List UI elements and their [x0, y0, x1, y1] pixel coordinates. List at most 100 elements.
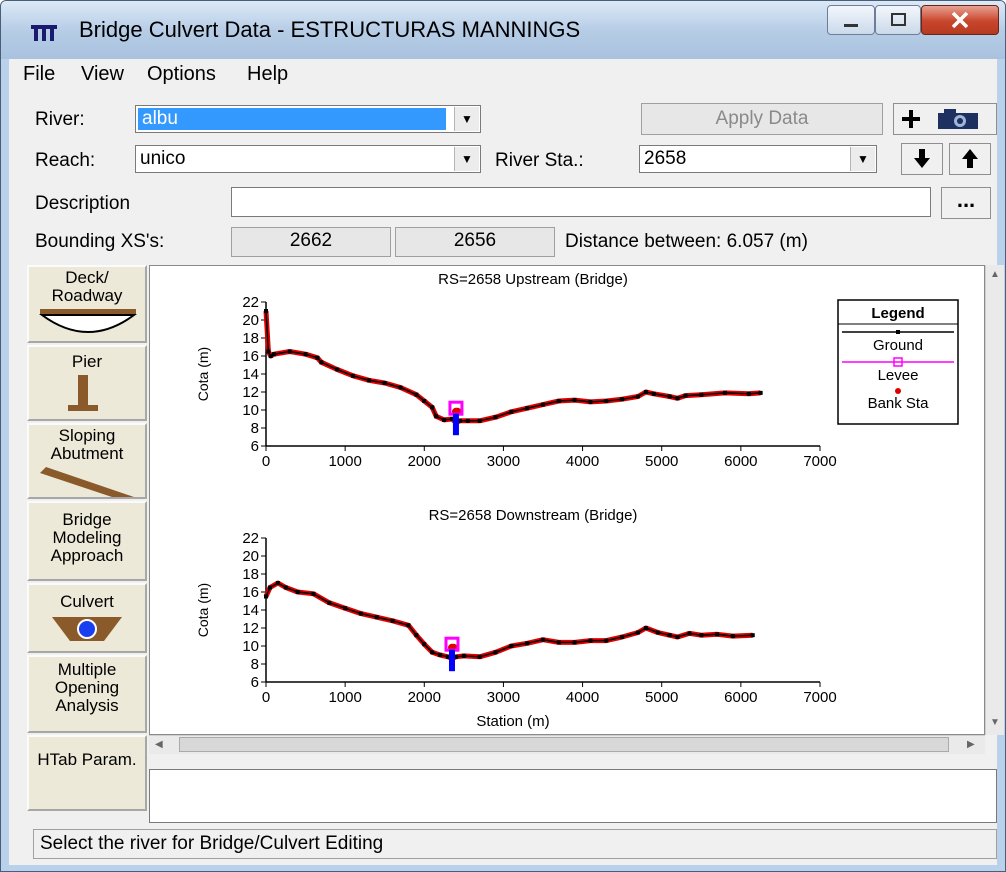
river-sta-select[interactable]: 2658 ▼ [639, 145, 877, 173]
y-axis-label: Cota (m) [195, 583, 211, 637]
ground-point [604, 638, 609, 643]
ground-point [635, 630, 640, 635]
ground-point [295, 590, 300, 594]
menu-file[interactable]: File [23, 63, 55, 86]
minimize-button[interactable] [827, 5, 875, 35]
ground-point [750, 633, 755, 638]
bounding-downstream-button[interactable]: 2656 [395, 227, 555, 257]
menu-options[interactable]: Options [147, 63, 216, 86]
y-tick-label: 18 [242, 330, 259, 347]
y-tick-label: 14 [242, 366, 259, 383]
deck-roadway-icon [38, 309, 138, 333]
ground-point [509, 409, 514, 414]
ground-point [335, 367, 340, 372]
x-tick-label: 1000 [328, 689, 361, 706]
ground-point [343, 606, 348, 611]
bridge-culvert-app-icon [31, 25, 57, 41]
horizontal-scrollbar[interactable]: ◀ ▶ [149, 735, 985, 754]
ground-point [267, 585, 272, 590]
legend-bank-sta-label: Bank Sta [868, 395, 930, 412]
y-tick-label: 6 [251, 674, 259, 691]
ground-point [477, 654, 482, 659]
ground-point [264, 594, 268, 599]
culvert-button[interactable]: Culvert [27, 583, 147, 653]
culvert-icon [52, 617, 122, 641]
reach-value: unico [140, 148, 186, 169]
reach-select[interactable]: unico ▼ [135, 145, 481, 173]
ground-point [422, 399, 427, 403]
next-down-button[interactable] [901, 143, 943, 175]
x-tick-label: 7000 [803, 453, 836, 470]
multiple-opening-label: Multiple Opening Analysis [54, 660, 120, 715]
y-tick-label: 8 [251, 656, 259, 673]
ground-point [315, 355, 320, 360]
y-tick-label: 16 [242, 584, 259, 601]
menu-help[interactable]: Help [247, 63, 288, 86]
bridge-modeling-approach-button[interactable]: Bridge Modeling Approach [27, 501, 147, 581]
menu-view[interactable]: View [81, 63, 124, 86]
sloping-abutment-button[interactable]: Sloping Abutment [27, 423, 147, 499]
multiple-opening-analysis-button[interactable]: Multiple Opening Analysis [27, 655, 147, 733]
arrow-down-icon [914, 149, 930, 168]
legend-ground-marker [896, 330, 900, 334]
ground-point [390, 618, 395, 623]
htab-param-button[interactable]: HTab Param. [27, 735, 147, 811]
pier-button[interactable]: Pier [27, 345, 147, 421]
ground-point [667, 394, 672, 399]
bridge-modeling-approach-label: Bridge Modeling Approach [50, 510, 124, 565]
close-icon [951, 11, 969, 29]
scroll-left-icon[interactable]: ◀ [155, 739, 163, 750]
ground-line [265, 310, 761, 424]
ground-point [287, 349, 292, 354]
ground-point [438, 653, 443, 657]
title-bar[interactable]: Bridge Culvert Data - ESTRUCTURAS MANNIN… [1, 1, 1005, 59]
apply-data-button[interactable]: Apply Data [641, 103, 883, 135]
htab-param-label: HTab Param. [37, 750, 137, 769]
scroll-right-icon[interactable]: ▶ [967, 739, 975, 750]
y-tick-label: 20 [242, 312, 259, 329]
deck-roadway-button[interactable]: Deck/ Roadway [27, 265, 147, 343]
next-up-button[interactable] [949, 143, 991, 175]
description-label: Description [35, 193, 131, 214]
ground-point [351, 373, 356, 378]
sloping-abutment-icon [40, 467, 134, 497]
river-sta-label: River Sta.: [495, 150, 584, 171]
distance-between: Distance between: 6.057 (m) [565, 231, 808, 252]
ground-profile-outline [263, 310, 761, 426]
x-tick-label: 2000 [408, 689, 441, 706]
scroll-down-icon[interactable]: ▼ [990, 717, 1000, 728]
scroll-thumb[interactable] [179, 737, 949, 752]
close-button[interactable] [921, 5, 999, 35]
window-title: Bridge Culvert Data - ESTRUCTURAS MANNIN… [79, 17, 581, 42]
ground-point [311, 591, 316, 596]
river-select[interactable]: albu ▼ [135, 105, 481, 133]
chevron-down-icon[interactable]: ▼ [454, 147, 479, 171]
status-bar: Select the river for Bridge/Culvert Edit… [33, 829, 997, 859]
description-ellipsis-button[interactable]: ... [941, 187, 991, 219]
bounding-upstream-button[interactable]: 2662 [231, 227, 391, 257]
ground-point [699, 392, 704, 397]
ground-point [651, 391, 656, 396]
vertical-scrollbar[interactable]: ▲ ▼ [985, 265, 1004, 735]
add-bridge-button[interactable] [893, 103, 997, 135]
chevron-down-icon[interactable]: ▼ [454, 107, 479, 131]
ground-point [434, 414, 439, 419]
ground-point [572, 398, 577, 403]
reach-label: Reach: [35, 150, 96, 171]
x-tick-label: 3000 [487, 689, 520, 706]
maximize-button[interactable] [875, 5, 921, 35]
x-tick-label: 2000 [408, 453, 441, 470]
ground-point [366, 378, 371, 383]
ground-point [675, 635, 680, 639]
description-input[interactable] [231, 187, 931, 217]
ground-point [572, 640, 577, 645]
y-tick-label: 20 [242, 548, 259, 565]
bridge-culvert-window: Bridge Culvert Data - ESTRUCTURAS MANNIN… [0, 0, 1006, 872]
chevron-down-icon[interactable]: ▼ [850, 147, 875, 171]
y-tick-label: 8 [251, 420, 259, 437]
ground-point [430, 650, 435, 655]
ground-point [556, 640, 561, 645]
x-axis-label: Station (m) [476, 713, 549, 730]
scroll-up-icon[interactable]: ▲ [990, 269, 1000, 280]
ground-point [525, 641, 530, 646]
